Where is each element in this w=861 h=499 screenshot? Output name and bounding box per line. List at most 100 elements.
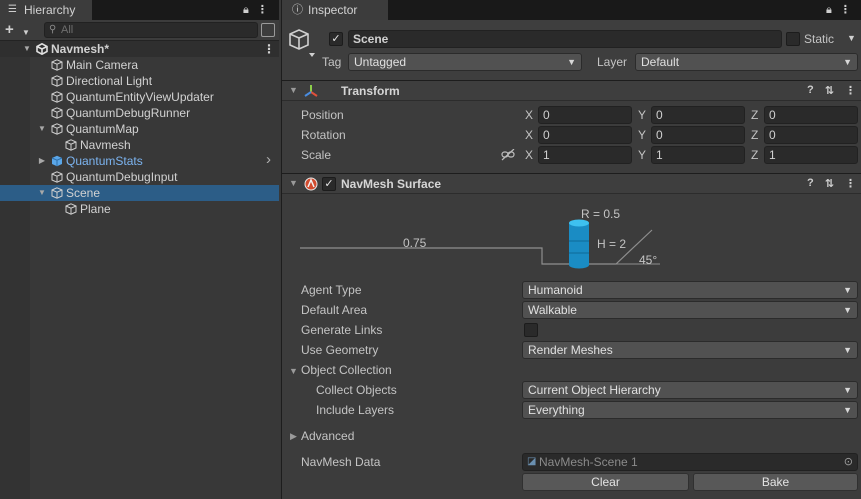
generate-links-checkbox[interactable]: [524, 323, 538, 337]
default-area-label: Default Area: [301, 303, 368, 317]
hierarchy-item[interactable]: QuantumEntityViewUpdater: [0, 89, 279, 105]
hierarchy-item-label: Navmesh*: [51, 42, 110, 56]
axis-label: Y: [638, 108, 647, 122]
scale-label: Scale: [301, 148, 332, 162]
bake-button[interactable]: Bake: [693, 473, 858, 491]
component-menu-icon[interactable]: ⋮: [845, 84, 856, 97]
scene-root-row[interactable]: ▼ Navmesh* ⋮: [0, 41, 279, 57]
scale-field[interactable]: 1: [764, 146, 858, 164]
transform-title: Transform: [341, 84, 400, 98]
tag-label: Tag: [322, 55, 342, 69]
hierarchy-search-input[interactable]: ⚲ All: [44, 22, 258, 38]
component-menu-icon[interactable]: ⋮: [845, 177, 856, 190]
object-picker-icon[interactable]: ⊙: [844, 454, 853, 470]
axis-label: X: [525, 108, 534, 122]
fold-closed-icon[interactable]: ▶: [290, 431, 297, 442]
transform-header[interactable]: ▼ Transform ? ⇅ ⋮: [282, 80, 861, 101]
scene-menu-icon[interactable]: ⋮: [263, 41, 275, 57]
hierarchy-item[interactable]: QuantumDebugInput: [0, 169, 279, 185]
hierarchy-tab[interactable]: ☰ Hierarchy: [0, 0, 92, 20]
prefab-icon: [51, 155, 63, 167]
scale-link-icon[interactable]: [501, 149, 515, 161]
chevron-down-icon: ▼: [22, 28, 30, 37]
navmesh-enabled-checkbox[interactable]: ✓: [322, 177, 336, 191]
preset-sliders-icon[interactable]: ⇅: [825, 84, 834, 97]
unity-scene-icon: [36, 43, 48, 55]
static-checkbox[interactable]: [786, 32, 800, 46]
scale-field[interactable]: 1: [651, 146, 745, 164]
hierarchy-list-icon: ☰: [8, 4, 17, 15]
clear-button[interactable]: Clear: [522, 473, 689, 491]
hierarchy-toolbar: + ▼ ⚲ All: [0, 20, 279, 41]
use-geometry-value: Render Meshes: [528, 343, 613, 357]
rotation-field[interactable]: 0: [538, 126, 632, 144]
fold-open-icon[interactable]: ▼: [289, 85, 298, 95]
fold-closed-icon[interactable]: ▶: [37, 153, 47, 169]
layer-dropdown[interactable]: Default ▼: [635, 53, 858, 71]
static-dropdown-icon[interactable]: ▼: [847, 33, 856, 43]
object-collection-label[interactable]: Object Collection: [301, 363, 392, 377]
help-icon[interactable]: ?: [807, 177, 814, 190]
object-name-field[interactable]: Scene: [348, 30, 782, 48]
add-object-button[interactable]: + ▼: [5, 22, 33, 38]
tag-dropdown[interactable]: Untagged ▼: [348, 53, 582, 71]
hierarchy-item-label: Directional Light: [66, 74, 153, 88]
hierarchy-item[interactable]: QuantumDebugRunner: [0, 105, 279, 121]
collect-objects-dropdown[interactable]: Current Object Hierarchy ▼: [522, 381, 858, 399]
default-area-dropdown[interactable]: Walkable ▼: [522, 301, 858, 319]
use-geometry-label: Use Geometry: [301, 343, 379, 357]
diagram-slope-label: 45°: [639, 253, 657, 267]
preset-sliders-icon[interactable]: ⇅: [825, 177, 834, 190]
tag-value: Untagged: [354, 55, 407, 69]
axis-label: Z: [751, 108, 759, 122]
chevron-down-icon: ▼: [843, 345, 852, 355]
navmesh-data-field[interactable]: ◪ NavMesh-Scene 1 ⊙: [522, 453, 858, 471]
chevron-down-icon: ▼: [843, 385, 852, 395]
include-layers-dropdown[interactable]: Everything ▼: [522, 401, 858, 419]
fold-open-icon[interactable]: ▼: [22, 41, 32, 57]
fold-open-icon[interactable]: ▼: [289, 366, 298, 376]
advanced-label[interactable]: Advanced: [301, 429, 354, 443]
generate-links-label: Generate Links: [301, 323, 383, 337]
search-filter-icon[interactable]: [261, 23, 275, 37]
position-field[interactable]: 0: [538, 106, 632, 124]
hierarchy-item-label: QuantumDebugInput: [66, 170, 178, 184]
rotation-field[interactable]: 0: [764, 126, 858, 144]
hierarchy-item[interactable]: Plane: [0, 201, 279, 217]
position-field[interactable]: 0: [651, 106, 745, 124]
hierarchy-item[interactable]: Directional Light: [0, 73, 279, 89]
agent-type-dropdown[interactable]: Humanoid ▼: [522, 281, 858, 299]
hierarchy-item-label: QuantumDebugRunner: [66, 106, 191, 120]
help-icon[interactable]: ?: [807, 84, 814, 97]
hierarchy-item[interactable]: Main Camera: [0, 57, 279, 73]
default-area-value: Walkable: [528, 303, 577, 317]
active-checkbox[interactable]: ✓: [329, 32, 343, 46]
diagram-step-label: 0.75: [403, 236, 427, 250]
diagram-height-label: H = 2: [597, 237, 626, 251]
axis-label: X: [525, 148, 534, 162]
hierarchy-item[interactable]: ▶ QuantumStats ›: [0, 152, 279, 169]
fold-open-icon[interactable]: ▼: [37, 185, 47, 201]
use-geometry-dropdown[interactable]: Render Meshes ▼: [522, 341, 858, 359]
lock-icon[interactable]: 🔒︎: [243, 0, 249, 20]
fold-open-icon[interactable]: ▼: [37, 121, 47, 137]
gameobject-icon: [51, 59, 63, 71]
hierarchy-item[interactable]: ▼ QuantumMap: [0, 121, 279, 137]
agent-cylinder: [569, 219, 589, 269]
position-field[interactable]: 0: [764, 106, 858, 124]
more-menu-icon[interactable]: ⋮: [840, 0, 851, 20]
lock-icon[interactable]: 🔒︎: [826, 0, 832, 20]
hierarchy-item[interactable]: Navmesh: [0, 137, 279, 153]
scale-field[interactable]: 1: [538, 146, 632, 164]
inspector-tab[interactable]: ⓘ Inspector: [282, 0, 388, 20]
navmesh-surface-header[interactable]: ▼ ✓ NavMesh Surface ? ⇅ ⋮: [282, 173, 861, 194]
hierarchy-item[interactable]: ▼ Scene: [0, 185, 279, 201]
more-menu-icon[interactable]: ⋮: [257, 0, 268, 20]
hierarchy-tab-label: Hierarchy: [24, 3, 76, 17]
gameobject-icon: [65, 139, 77, 151]
navmesh-surface-title: NavMesh Surface: [341, 177, 442, 191]
chevron-right-icon[interactable]: ›: [266, 152, 271, 168]
fold-open-icon[interactable]: ▼: [289, 178, 298, 188]
add-icon: +: [5, 21, 14, 38]
rotation-field[interactable]: 0: [651, 126, 745, 144]
